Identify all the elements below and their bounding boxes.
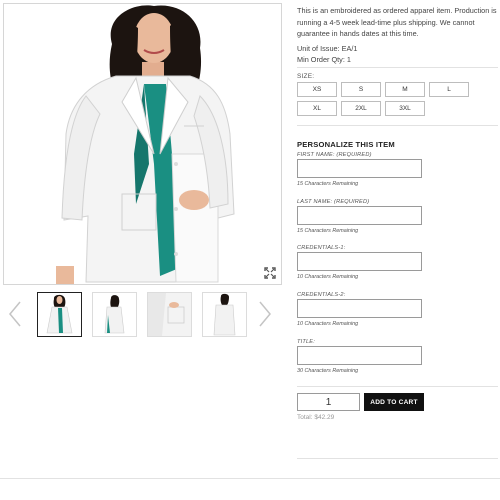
- order-total: Total: $42.29: [297, 414, 335, 421]
- size-option-xs[interactable]: XS: [297, 82, 337, 97]
- credentials-1-hint: 10 Characters Remaining: [297, 274, 359, 280]
- title-hint: 30 Characters Remaining: [297, 368, 359, 374]
- expand-icon[interactable]: [264, 267, 276, 279]
- chevron-left-icon[interactable]: [8, 301, 22, 327]
- thumbnail-3[interactable]: [147, 292, 192, 337]
- credentials-1-label: CREDENTIALS-1:: [297, 245, 346, 251]
- title-label: TITLE:: [297, 339, 315, 345]
- chevron-right-icon[interactable]: [258, 301, 272, 327]
- size-label: SIZE:: [297, 73, 315, 80]
- first-name-label: FIRST NAME: (REQUIRED): [297, 152, 372, 158]
- thumbnail-carousel: [0, 292, 282, 338]
- size-option-m[interactable]: M: [385, 82, 425, 97]
- credentials-2-label: CREDENTIALS-2:: [297, 292, 346, 298]
- thumbnail-1[interactable]: [37, 292, 82, 337]
- divider: [297, 458, 498, 459]
- credentials-2-hint: 10 Characters Remaining: [297, 321, 359, 327]
- title-input[interactable]: [297, 346, 422, 365]
- size-option-l[interactable]: L: [429, 82, 469, 97]
- size-option-xl[interactable]: XL: [297, 101, 337, 116]
- thumbnail-2[interactable]: [92, 292, 137, 337]
- divider: [297, 67, 498, 68]
- thumbnail-back-image: [213, 293, 236, 336]
- thumbnail-4[interactable]: [202, 292, 247, 337]
- last-name-label: LAST NAME: (REQUIRED): [297, 199, 370, 205]
- divider: [297, 386, 498, 387]
- thumbnail-front-image: [46, 294, 73, 334]
- credentials-1-input[interactable]: [297, 252, 422, 271]
- size-option-2xl[interactable]: 2XL: [341, 101, 381, 116]
- first-name-input[interactable]: [297, 159, 422, 178]
- thumbnail-side-image: [104, 295, 125, 334]
- product-description: This is an embroidered as ordered appare…: [297, 6, 497, 38]
- thumbnail-pocket-image: [148, 293, 191, 336]
- add-to-cart-button[interactable]: ADD TO CART: [364, 393, 424, 411]
- product-main-image: [3, 3, 282, 285]
- first-name-hint: 15 Characters Remaining: [297, 181, 359, 187]
- size-option-s[interactable]: S: [341, 82, 381, 97]
- quantity-input[interactable]: 1: [297, 393, 360, 411]
- lab-coat-photo: [4, 4, 281, 284]
- unit-of-issue: Unit of Issue: EA/1: [297, 44, 358, 53]
- size-option-3xl[interactable]: 3XL: [385, 101, 425, 116]
- page-divider: [0, 478, 500, 479]
- order-info: Unit of Issue: EA/1 Min Order Qty: 1: [297, 43, 357, 65]
- last-name-hint: 15 Characters Remaining: [297, 228, 359, 234]
- last-name-input[interactable]: [297, 206, 422, 225]
- personalize-title: PERSONALIZE THIS ITEM: [297, 140, 395, 149]
- divider: [297, 125, 498, 126]
- min-order-qty: Min Order Qty: 1: [297, 55, 351, 64]
- credentials-2-input[interactable]: [297, 299, 422, 318]
